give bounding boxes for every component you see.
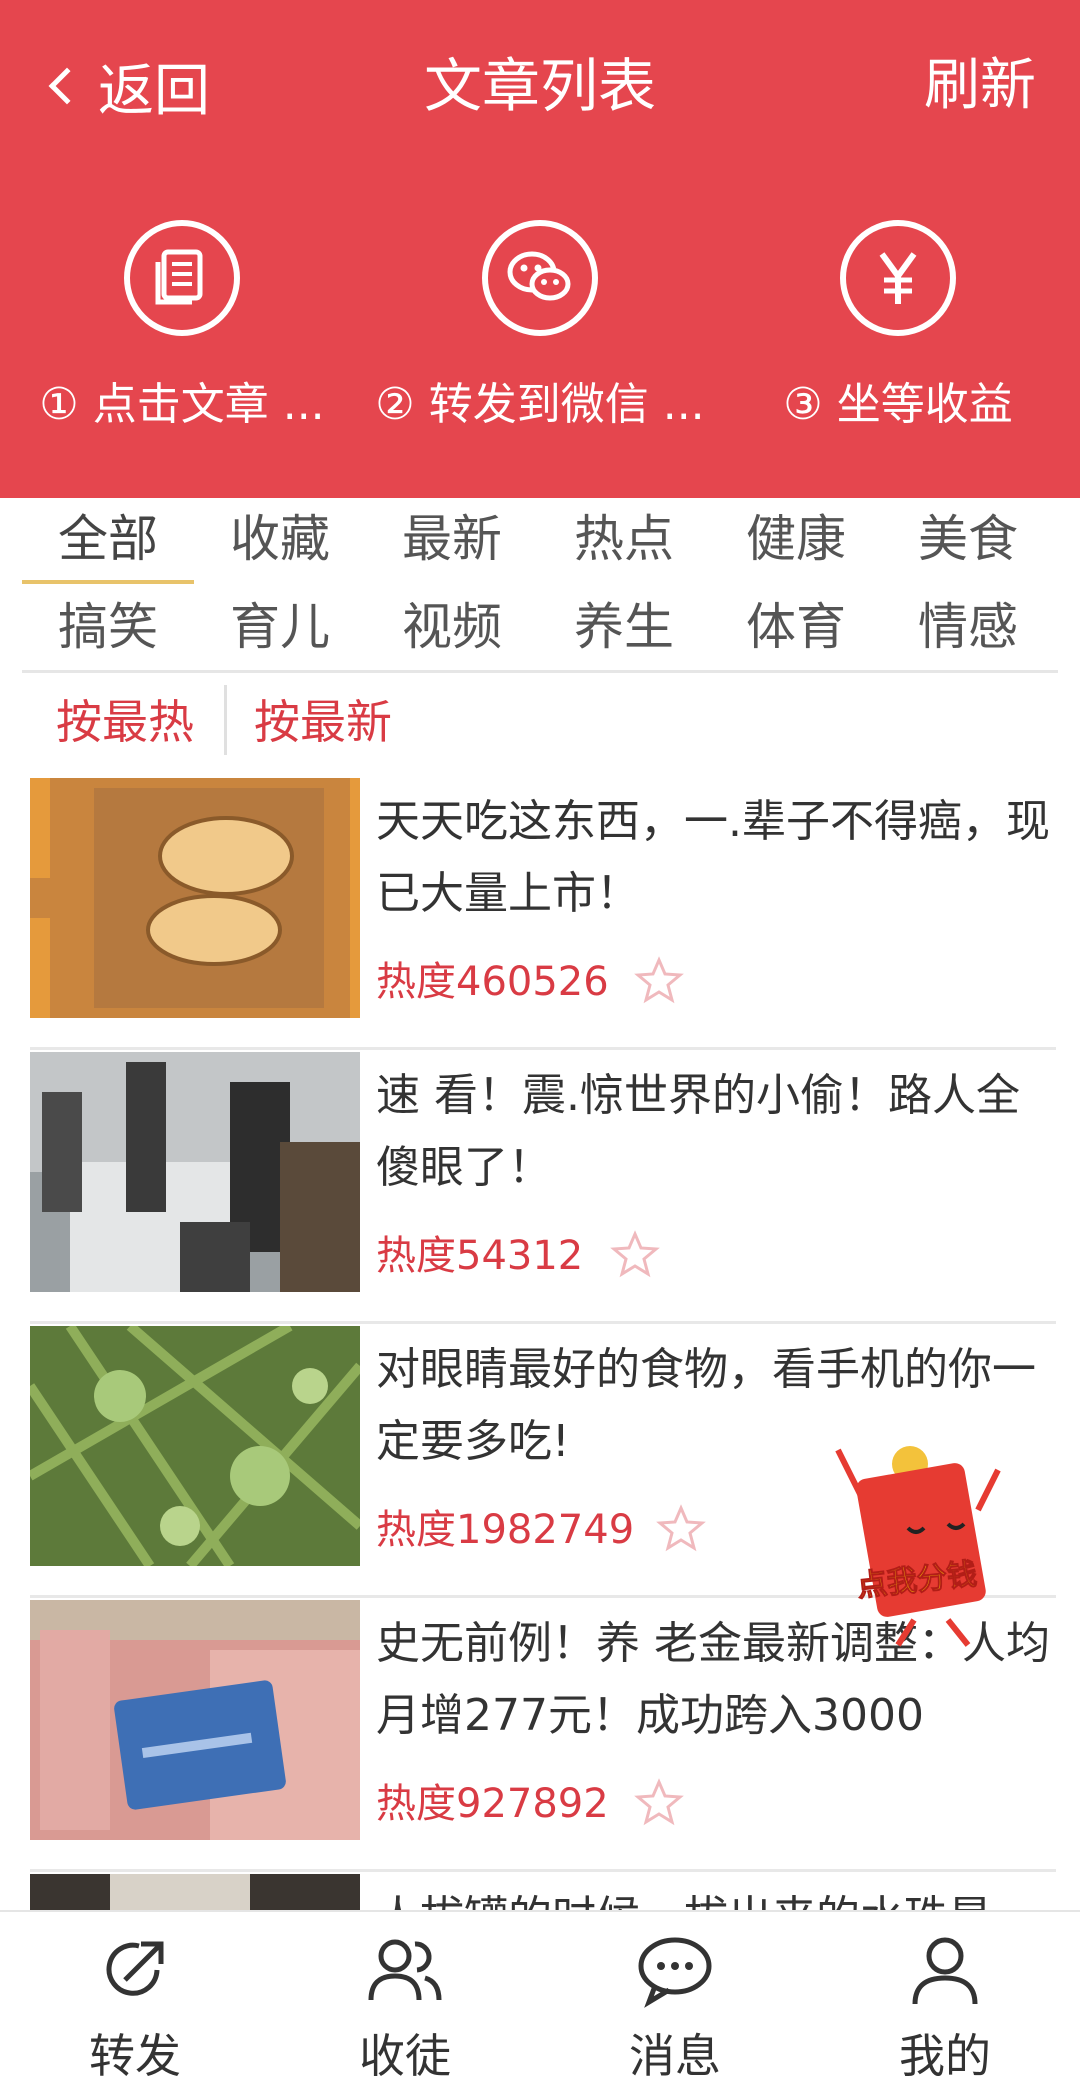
share-icon — [95, 1930, 175, 2010]
heat-count: 热度927892 — [376, 1781, 609, 1827]
step-earn: ③ 坐等收益 — [718, 220, 1078, 432]
star-icon[interactable] — [634, 956, 684, 1006]
nav-label: 转发 — [89, 2029, 181, 2083]
nav-share[interactable]: 转发 — [0, 1930, 270, 2086]
divider — [30, 1869, 1056, 1872]
article-title: 速 看！震.惊世界的小偷！路人全傻眼了！ — [376, 1070, 1020, 1193]
tab-favorites[interactable]: 收藏 — [194, 498, 366, 580]
tab-latest[interactable]: 最新 — [366, 498, 538, 580]
article-thumbnail — [30, 1600, 360, 1840]
nav-label: 我的 — [899, 2029, 991, 2083]
tab-food[interactable]: 美食 — [882, 498, 1054, 580]
bottom-nav: 转发 收徒 消息 我的 — [0, 1910, 1080, 2086]
heat-count: 热度1982749 — [376, 1507, 635, 1553]
sort-divider — [224, 685, 227, 755]
divider — [30, 1047, 1056, 1050]
tab-health[interactable]: 健康 — [710, 498, 882, 580]
profile-icon — [905, 1930, 985, 2010]
star-icon[interactable] — [610, 1230, 660, 1280]
heat-count: 热度54312 — [376, 1233, 584, 1279]
step-click-article: ① 点击文章 ... — [2, 220, 362, 432]
category-tabs: 全部 收藏 最新 热点 健康 美食 搞笑 育儿 视频 养生 体育 情感 — [22, 498, 1058, 673]
article-thumbnail — [30, 1052, 360, 1292]
steps-banner: ① 点击文章 ... ② 转发到微信 ... ③ 坐等收益 — [0, 168, 1080, 498]
step-label: ① 点击文章 ... — [39, 379, 325, 430]
tab-emotion[interactable]: 情感 — [882, 586, 1054, 668]
tab-parenting[interactable]: 育儿 — [194, 586, 366, 668]
star-icon[interactable] — [656, 1504, 706, 1554]
nav-label: 收徒 — [359, 2029, 451, 2083]
nav-apprentice[interactable]: 收徒 — [270, 1930, 540, 2086]
sort-hot-button[interactable]: 按最热 — [56, 683, 194, 761]
page-title: 文章列表 — [423, 52, 656, 120]
article-thumbnail — [30, 1326, 360, 1566]
list-item[interactable]: 速 看！震.惊世界的小偷！路人全傻眼了！ 热度54312 — [30, 1052, 1056, 1324]
tab-hot[interactable]: 热点 — [538, 498, 710, 580]
article-title: 天天吃这东西，一.辈子不得癌，现已大量上市！ — [376, 796, 1050, 919]
nav-profile[interactable]: 我的 — [810, 1930, 1080, 2086]
tab-funny[interactable]: 搞笑 — [22, 586, 194, 668]
top-bar: 返回 文章列表 刷新 — [0, 0, 1080, 168]
step-label: ② 转发到微信 ... — [375, 379, 705, 430]
step-share-wechat: ② 转发到微信 ... — [360, 220, 720, 432]
tab-wellness[interactable]: 养生 — [538, 586, 710, 668]
star-icon[interactable] — [634, 1778, 684, 1828]
users-icon — [365, 1930, 445, 2010]
article-list-page: 返回 文章列表 刷新 ① 点击文章 ... ② 转发到微信 ... ③ 坐等收益… — [0, 0, 1080, 2086]
nav-messages[interactable]: 消息 — [540, 1930, 810, 2086]
nav-label: 消息 — [629, 2029, 721, 2083]
yuan-icon — [840, 220, 956, 336]
wechat-icon — [482, 220, 598, 336]
tab-sports[interactable]: 体育 — [710, 586, 882, 668]
step-label: ③ 坐等收益 — [783, 379, 1013, 430]
red-packet-button[interactable]: 点我分钱 — [818, 1440, 1018, 1650]
divider — [30, 1321, 1056, 1324]
refresh-button[interactable]: 刷新 — [924, 50, 1036, 122]
article-thumbnail — [30, 778, 360, 1018]
sort-new-button[interactable]: 按最新 — [254, 683, 392, 761]
tab-video[interactable]: 视频 — [366, 586, 538, 668]
sort-row: 按最热 按最新 — [22, 683, 1058, 761]
heat-count: 热度460526 — [376, 959, 609, 1005]
document-icon — [124, 220, 240, 336]
message-icon — [635, 1930, 715, 2010]
tab-all[interactable]: 全部 — [22, 498, 194, 580]
list-item[interactable]: 天天吃这东西，一.辈子不得癌，现已大量上市！ 热度460526 — [30, 778, 1056, 1050]
active-tab-indicator — [22, 580, 194, 584]
